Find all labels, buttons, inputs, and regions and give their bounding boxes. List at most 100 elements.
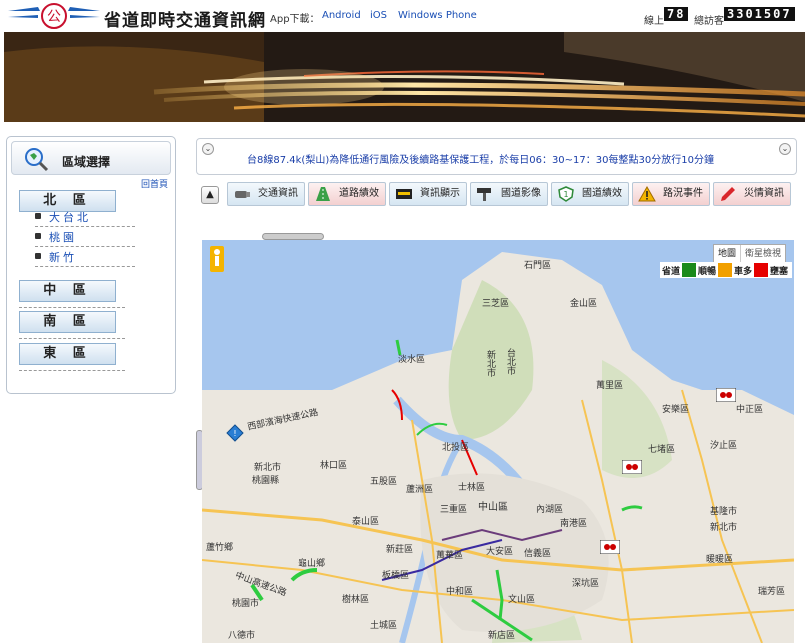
- disaster-info-label: 災情資訊: [744, 188, 784, 199]
- map-label: 新北市: [485, 350, 495, 377]
- traffic-info-button[interactable]: 交通資訊: [227, 182, 305, 206]
- road-icon: [316, 187, 330, 201]
- camera-icon: [235, 191, 250, 198]
- info-display-label: 資訊顯示: [420, 188, 460, 199]
- highway-shield-icon: 1: [558, 186, 574, 202]
- map-label: 新莊區: [386, 545, 414, 555]
- sub-region-label: 大台北: [49, 211, 91, 224]
- street-view-pegman-icon[interactable]: [210, 246, 224, 272]
- map-label: 泰山區: [352, 517, 380, 527]
- map-label: 文山區: [508, 595, 536, 605]
- sub-region-label: 桃園: [49, 231, 77, 244]
- map-label: 台北市: [505, 348, 515, 375]
- map-label: 新北市: [254, 463, 282, 473]
- windows-phone-link[interactable]: Windows Phone: [398, 10, 477, 21]
- map-label: 桃園縣: [252, 476, 280, 486]
- warning-icon: [638, 186, 656, 202]
- region-selector-title: 區域選擇: [62, 155, 111, 169]
- divider: [19, 307, 125, 308]
- cctv-icon: [477, 188, 491, 201]
- arrow-up-icon[interactable]: ▲: [201, 186, 219, 204]
- bullet-icon: [35, 253, 41, 259]
- map-label: 龜山鄉: [298, 559, 326, 569]
- legend-title: 省道: [661, 266, 680, 277]
- app-download-label: App下載：: [270, 14, 320, 25]
- sub-region-hsinchu[interactable]: 新竹: [35, 247, 135, 267]
- visits-count: 3301507: [724, 7, 795, 21]
- highway-camera-button[interactable]: 國道影像: [470, 182, 548, 206]
- map-label: 信義區: [524, 549, 552, 559]
- bullet-icon: [35, 233, 41, 239]
- map-label: 新店區: [488, 631, 516, 641]
- map-label: 萬華區: [436, 551, 464, 561]
- display-board-icon: [396, 189, 412, 199]
- legend-label-congested: 壅塞: [769, 266, 788, 277]
- map-label: 北投區: [442, 443, 470, 453]
- sub-region-taoyuan[interactable]: 桃園: [35, 227, 135, 247]
- cctv-marker[interactable]: [716, 388, 736, 402]
- map-resize-handle[interactable]: [262, 233, 324, 240]
- map-label: 南港區: [560, 519, 588, 529]
- traffic-map[interactable]: 石門區 三芝區 金山區 淡水區 新北市 台北市 萬里區 西部濱海快速公路 北投區…: [202, 240, 794, 643]
- svg-text:!: !: [233, 429, 236, 438]
- map-label: 土城區: [370, 621, 398, 631]
- traffic-info-label: 交通資訊: [258, 188, 298, 199]
- notice-text[interactable]: 台8線87.4k(梨山)為降低通行風險及後續路基保護工程，於每日06：30~17…: [247, 151, 714, 166]
- map-label: 八德市: [228, 631, 256, 641]
- online-label: 線上: [644, 16, 664, 27]
- chevron-down-icon[interactable]: ⌄: [779, 143, 791, 155]
- svg-text:1: 1: [563, 190, 568, 199]
- map-label: 蘆竹鄉: [206, 543, 234, 553]
- disaster-info-button[interactable]: 災情資訊: [713, 182, 791, 206]
- cctv-marker[interactable]: [622, 460, 642, 474]
- ios-link[interactable]: iOS: [370, 10, 387, 21]
- map-label: 三芝區: [482, 299, 510, 309]
- region-east-button[interactable]: 東 區: [19, 343, 116, 365]
- chevron-down-icon[interactable]: ⌄: [202, 143, 214, 155]
- traffic-event-marker[interactable]: !: [226, 424, 244, 442]
- region-central-button[interactable]: 中 區: [19, 280, 116, 302]
- map-label: 汐止區: [710, 441, 738, 451]
- legend-swatch-busy: [717, 263, 732, 277]
- map-label: 桃園市: [232, 599, 260, 609]
- map-type-map-button[interactable]: 地圖: [714, 245, 741, 263]
- pencil-icon: [721, 187, 735, 201]
- map-label: 金山區: [570, 299, 598, 309]
- header: 公 省道即時交通資訊網 App下載： Android iOS Windows P…: [0, 0, 811, 32]
- online-count: 78: [664, 7, 689, 21]
- cctv-marker[interactable]: [600, 540, 620, 554]
- sub-region-label: 新竹: [49, 251, 77, 264]
- map-label: 基隆市: [710, 507, 738, 517]
- road-performance-button[interactable]: 道路績效: [308, 182, 386, 206]
- divider: [19, 338, 125, 339]
- notice-bar: ⌄ 台8線87.4k(梨山)為降低通行風險及後續路基保護工程，於每日06：30~…: [196, 138, 797, 175]
- legend-label-smooth: 順暢: [697, 266, 716, 277]
- traffic-legend: 省道 順暢 車多 壅塞: [659, 262, 792, 278]
- home-link[interactable]: 回首頁: [141, 177, 168, 190]
- map-type-switcher[interactable]: 地圖 衛星檢視: [712, 244, 786, 264]
- map-label: 五股區: [370, 477, 398, 487]
- map-label: 淡水區: [398, 355, 426, 365]
- highway-performance-label: 國道績效: [582, 188, 622, 199]
- magnifier-map-icon: [25, 148, 49, 172]
- android-link[interactable]: Android: [322, 10, 361, 21]
- info-display-button[interactable]: 資訊顯示: [389, 182, 467, 206]
- legend-swatch-smooth: [681, 263, 696, 277]
- svg-text:公: 公: [47, 9, 61, 25]
- region-south-button[interactable]: 南 區: [19, 311, 116, 333]
- region-selector-header: 區域選擇: [11, 141, 171, 175]
- site-title: 省道即時交通資訊網: [104, 11, 266, 31]
- highway-performance-button[interactable]: 1 國道績效: [551, 182, 629, 206]
- map-type-satellite-button[interactable]: 衛星檢視: [741, 245, 785, 263]
- traffic-events-button[interactable]: 路況事件: [632, 182, 710, 206]
- map-label: 士林區: [458, 483, 486, 493]
- map-label: 內湖區: [536, 505, 564, 515]
- legend-label-busy: 車多: [733, 266, 752, 277]
- region-selector-panel: 區域選擇 回首頁 北 區 大台北 桃園 新竹 中 區 南 區 東 區: [6, 136, 176, 394]
- map-label: 萬里區: [596, 381, 624, 391]
- map-label: 瑞芳區: [758, 587, 786, 597]
- sub-region-taipei[interactable]: 大台北: [35, 207, 135, 227]
- highway-camera-label: 國道影像: [501, 188, 541, 199]
- map-label: 新北市: [710, 523, 738, 533]
- road-performance-label: 道路績效: [339, 188, 379, 199]
